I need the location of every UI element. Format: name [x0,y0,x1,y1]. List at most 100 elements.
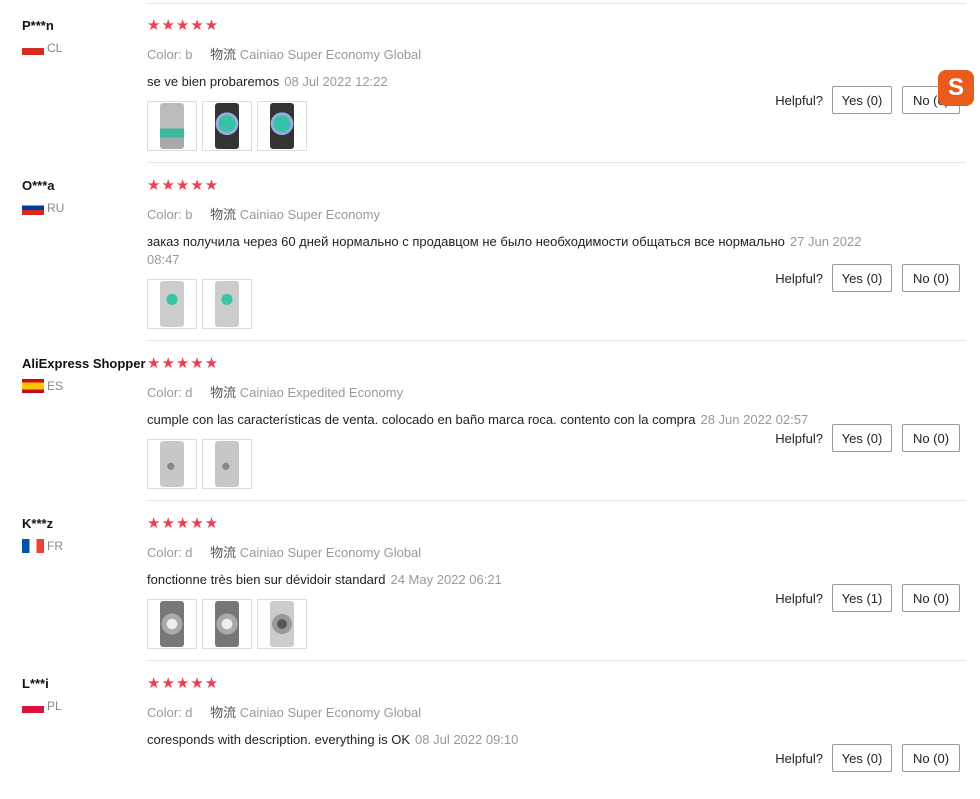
reviewer-name: K***z [22,516,54,531]
review-photo-thumbnail[interactable] [202,279,252,329]
review-content: ★★★★★ Color: d 物流 Cainiao Super Economy … [147,516,867,649]
review-body: coresponds with description. everything … [147,732,411,747]
review-photo-thumbnail[interactable] [202,599,252,649]
reviewer-country: RU [22,201,64,215]
review-photo-image [160,103,184,149]
shipping-label: 物流 [210,207,237,222]
shipping-method: Cainiao Super Economy Global [239,47,422,62]
sku-color: Color: d [147,545,193,560]
review-photo-image [160,601,184,647]
helpful-yes-button[interactable]: Yes (0) [832,424,892,452]
review-photos [147,279,867,329]
review-date: 08 Jul 2022 09:10 [415,732,519,747]
shipping-method: Cainiao Super Economy Global [239,545,422,560]
country-flag-icon [22,699,44,713]
sku-color: Color: b [147,47,193,62]
review-body: cumple con las características de venta.… [147,412,696,427]
country-flag-icon [22,41,44,55]
helpful-no-button[interactable]: No (0) [902,744,960,772]
reviewer-info: K***z FR [22,516,63,553]
reviewer-info: O***a RU [22,178,64,215]
review-photos [147,439,867,489]
star-rating: ★★★★★ [147,515,220,532]
review-date: 24 May 2022 06:21 [390,572,502,587]
review-content: ★★★★★ Color: d 物流 Cainiao Super Economy … [147,676,867,749]
helpful-yes-button[interactable]: Yes (1) [832,584,892,612]
review-text: se ve bien probaremos 08 Jul 2022 12:22 [147,73,867,91]
review-photo-image [160,281,184,327]
country-code: CL [47,41,63,55]
review-photo-thumbnail[interactable] [257,101,307,151]
review-photo-image [160,441,184,487]
reviewer-info: P***n CL [22,18,62,55]
review-content: ★★★★★ Color: b 物流 Cainiao Super Economy … [147,178,867,329]
review-photo-image [215,103,239,149]
review-photo-thumbnail[interactable] [202,439,252,489]
reviewer-info: L***i PL [22,676,62,713]
review-photo-image [270,601,294,647]
shipping-label: 物流 [210,385,237,400]
reviewer-country: ES [22,379,146,393]
reviewer-name: AliExpress Shopper [22,356,146,371]
review-content: ★★★★★ Color: d 物流 Cainiao Expedited Econ… [147,356,867,489]
sku-color: Color: b [147,207,193,222]
review-photos [147,101,867,151]
review-photo-thumbnail[interactable] [147,101,197,151]
review-sku-info: Color: d 物流 Cainiao Super Economy Global [147,542,867,561]
star-rating: ★★★★★ [147,675,220,692]
review-body: заказ получила через 60 дней нормально с… [147,234,785,249]
helpful-label: Helpful? [775,750,823,766]
country-flag-icon [22,201,44,215]
star-rating: ★★★★★ [147,177,220,194]
reviewer-country: PL [22,699,62,713]
sogou-ime-logo-icon[interactable]: S [938,70,974,106]
review-photo-image [270,103,294,149]
review-photo-image [215,281,239,327]
review-content: ★★★★★ Color: b 物流 Cainiao Super Economy … [147,18,867,151]
helpful-no-button[interactable]: No (0) [902,264,960,292]
review-photo-thumbnail[interactable] [147,599,197,649]
review-photo-thumbnail[interactable] [202,101,252,151]
country-code: PL [47,699,62,713]
sku-color: Color: d [147,705,193,720]
helpful-yes-button[interactable]: Yes (0) [832,744,892,772]
shipping-method: Cainiao Super Economy Global [239,705,422,720]
helpful-label: Helpful? [775,92,823,108]
shipping-label: 物流 [210,705,237,720]
review-photo-image [215,601,239,647]
review-photo-image [215,441,239,487]
helpful-yes-button[interactable]: Yes (0) [832,86,892,114]
helpful-label: Helpful? [775,430,823,446]
review-photos [147,599,867,649]
review-photo-thumbnail[interactable] [147,439,197,489]
star-rating: ★★★★★ [147,17,220,34]
review-text: coresponds with description. everything … [147,731,867,749]
country-flag-icon [22,379,44,393]
review-divider [147,162,966,163]
review-sku-info: Color: d 物流 Cainiao Expedited Economy [147,382,867,401]
helpful-label: Helpful? [775,590,823,606]
review-body: fonctionne très bien sur dévidoir standa… [147,572,386,587]
helpful-no-button[interactable]: No (0) [902,424,960,452]
review-text: fonctionne très bien sur dévidoir standa… [147,571,867,589]
helpful-yes-button[interactable]: Yes (0) [832,264,892,292]
reviewer-name: L***i [22,676,49,691]
helpful-vote: Helpful? Yes (1) No (0) [775,584,960,612]
review-photo-thumbnail[interactable] [147,279,197,329]
shipping-method: Cainiao Super Economy [239,207,380,222]
review-photo-thumbnail[interactable] [257,599,307,649]
review-body: se ve bien probaremos [147,74,280,89]
helpful-no-button[interactable]: No (0) [902,584,960,612]
helpful-vote: Helpful? Yes (0) No (0) [775,264,960,292]
review-sku-info: Color: b 物流 Cainiao Super Economy [147,204,867,223]
shipping-method: Cainiao Expedited Economy [239,385,404,400]
review-sku-info: Color: b 物流 Cainiao Super Economy Global [147,44,867,63]
reviewer-info: AliExpress Shopper ES [22,356,146,393]
review-date: 08 Jul 2022 12:22 [284,74,388,89]
helpful-vote: Helpful? Yes (0) No (0) [775,744,960,772]
helpful-label: Helpful? [775,270,823,286]
review-text: заказ получила через 60 дней нормально с… [147,233,867,269]
country-code: FR [47,539,63,553]
review-text: cumple con las características de venta.… [147,411,867,429]
top-divider [147,3,966,4]
